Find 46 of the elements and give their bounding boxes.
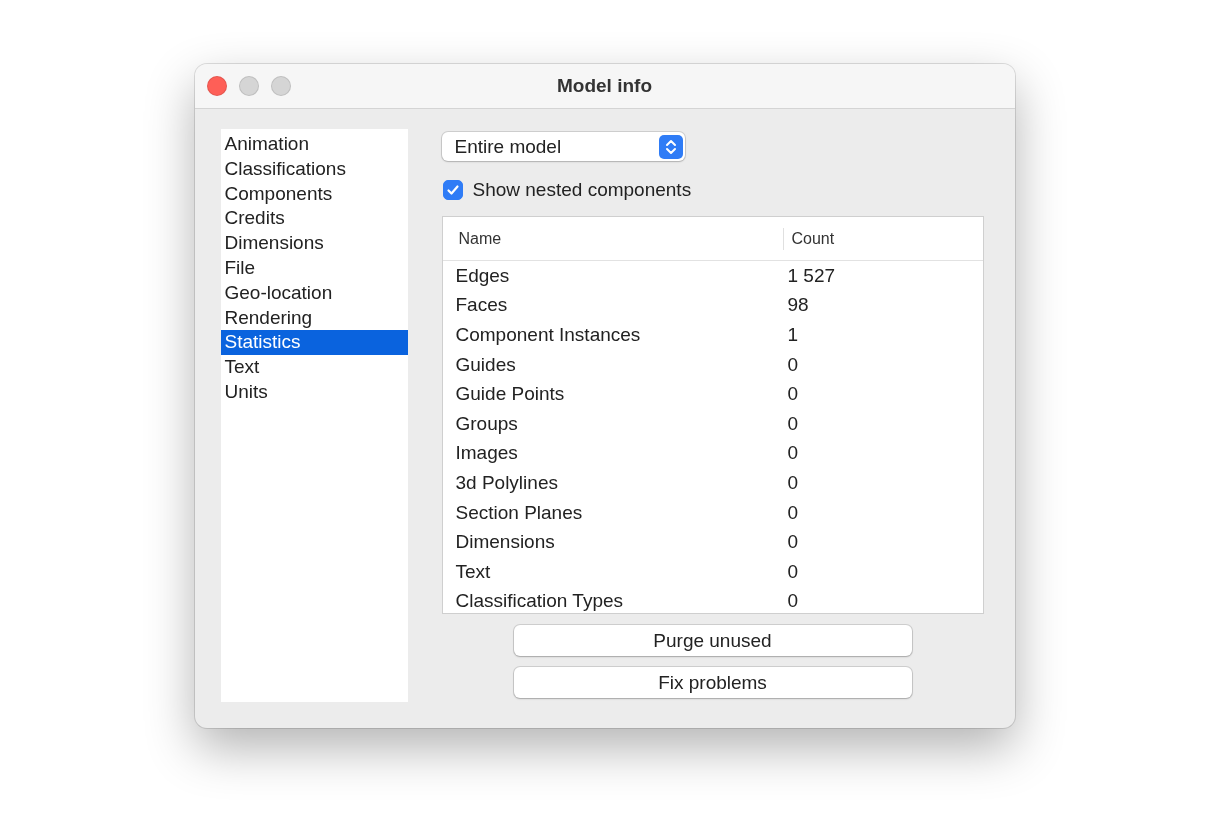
sidebar-item[interactable]: Statistics [220,330,408,356]
table-cell-text: 0 [786,531,800,554]
table-cell-text: 98 [786,294,810,317]
sidebar-item[interactable]: Credits [220,206,408,232]
table-cell-text: Guide Points [454,383,566,406]
table-cell-text: Images [454,442,519,465]
table-cell-text: Classification Types [454,590,625,613]
table-cell-text: 0 [786,412,800,435]
column-header[interactable]: Name [442,227,783,250]
table-cell-text: Guides [454,353,517,376]
scope-dropdown[interactable]: Entire model [441,132,685,161]
sidebar-item[interactable]: Classifications [220,156,408,182]
table-cell-text: 0 [786,383,800,406]
column-header[interactable]: Count [782,227,983,250]
sidebar-item[interactable]: Rendering [220,305,408,331]
table-cell-text: Dimensions [454,531,556,554]
table-cell-text: Text [454,560,492,583]
table-cell-text: Faces [454,294,509,317]
action-button[interactable]: Purge unused [513,625,912,656]
table-cell-text: 0 [786,560,800,583]
table-cell-text: 1 527 [786,264,837,287]
sidebar-item[interactable]: Text [220,355,408,380]
table-cell-text: 0 [786,501,800,524]
sidebar-item[interactable]: Components [220,181,408,207]
table-cell-text: 0 [786,471,800,494]
checkmark-icon [445,183,460,197]
sidebar-item[interactable]: Animation [220,132,408,157]
sidebar-item[interactable]: Geo-location [220,280,408,306]
action-button[interactable]: Fix problems [513,667,912,698]
nested-checkbox[interactable] [442,180,463,200]
table-cell-text: 1 [786,324,800,346]
table-cell-text: 0 [786,590,800,613]
sidebar-item[interactable]: Dimensions [220,231,408,256]
table-cell-text: 3d Polylines [454,471,559,494]
sidebar-item[interactable]: Units [220,379,408,405]
table-cell-text: Section Planes [454,501,584,524]
table-cell-text: Groups [454,412,519,435]
table-cell-text: Edges [454,264,511,287]
close-button[interactable] [206,76,227,96]
table-cell-text: Component Instances [454,324,642,346]
sidebar-item[interactable]: File [220,256,408,281]
window-title: Model info [557,75,652,97]
table-cell-text: 0 [786,353,800,376]
table-cell-text: 0 [786,442,800,465]
stepper-icon [658,134,683,159]
checkbox-label: Show nested components [472,179,692,201]
